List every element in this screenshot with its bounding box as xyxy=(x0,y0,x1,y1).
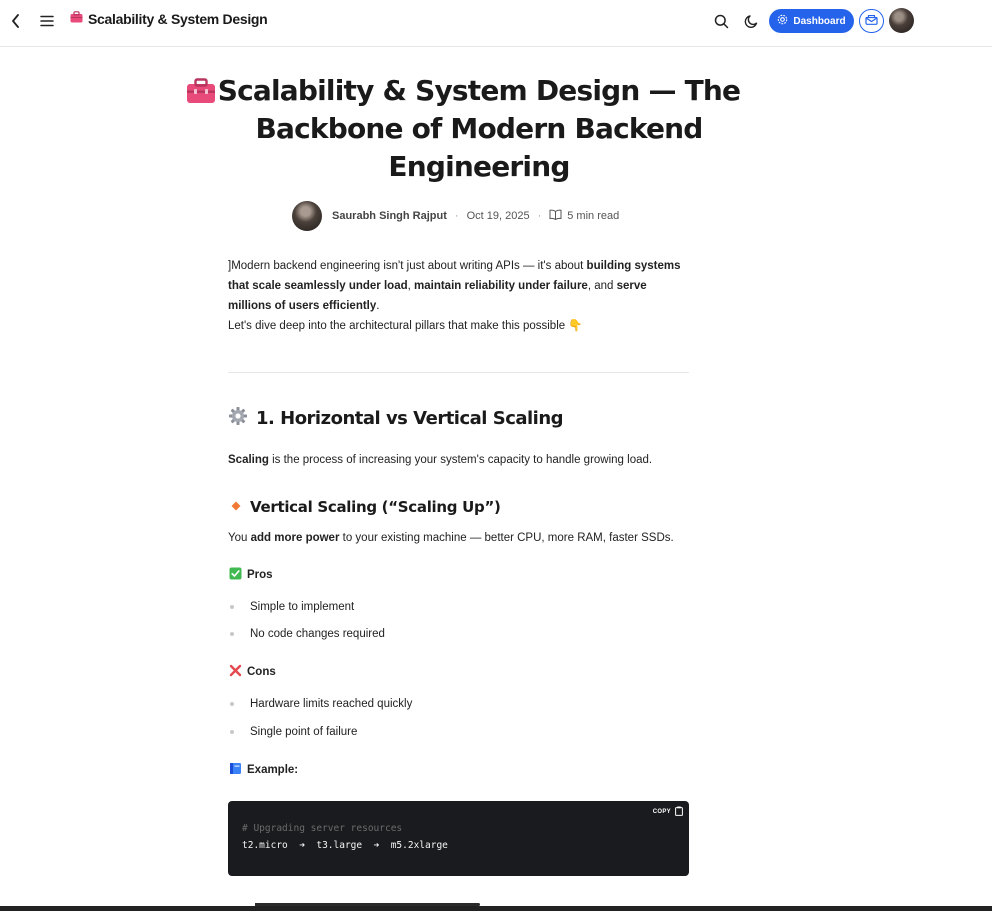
intro-text: . xyxy=(376,300,380,312)
envelope-icon xyxy=(865,12,878,30)
check-mark-button-icon xyxy=(229,567,242,583)
copy-button[interactable]: COPY xyxy=(653,806,683,818)
back-arrow-icon[interactable] xyxy=(8,12,22,30)
publish-date: Oct 19, 2025 xyxy=(466,210,530,222)
brand[interactable]: Scalability & System Design xyxy=(70,10,268,28)
separator-dot: · xyxy=(537,210,542,222)
top-navbar: Scalability & System Design Dashboard xyxy=(0,0,992,47)
gear-icon xyxy=(228,406,248,431)
dashboard-button[interactable]: Dashboard xyxy=(769,9,854,33)
copy-label: COPY xyxy=(652,809,671,815)
brand-title: Scalability & System Design xyxy=(88,11,268,27)
article-intro: ]Modern backend engineering isn't just a… xyxy=(228,256,690,336)
example-label-text: Example: xyxy=(247,764,299,776)
moon-icon[interactable] xyxy=(741,11,761,31)
intro-text: Let's dive deep into the architectural p… xyxy=(228,320,583,332)
bullet-dot xyxy=(230,702,234,706)
search-icon[interactable] xyxy=(711,11,731,31)
list-item-text: No code changes required xyxy=(250,628,385,640)
list-item-text: Single point of failure xyxy=(250,726,358,738)
clipboard-icon xyxy=(675,806,683,818)
read-time: 5 min read xyxy=(549,209,619,223)
pros-label-text: Pros xyxy=(247,569,273,581)
hamburger-menu-icon[interactable] xyxy=(38,12,56,30)
orange-diamond-icon xyxy=(230,498,242,516)
toolbox-icon xyxy=(70,10,83,28)
page-title: Scalability & System Design — The Backbo… xyxy=(217,74,741,183)
separator-dot: · xyxy=(454,210,459,222)
list-item-text: Simple to implement xyxy=(250,601,355,613)
paragraph-text: is the process of increasing your system… xyxy=(268,454,653,466)
article-header: Scalability & System Design — The Backbo… xyxy=(184,72,744,186)
article-meta: Saurabh Singh Rajput · Oct 19, 2025 · 5 … xyxy=(292,201,619,231)
section-divider xyxy=(228,372,689,373)
bottom-edge xyxy=(0,906,992,911)
bold-term: Scaling xyxy=(228,454,269,466)
dashboard-label: Dashboard xyxy=(793,15,846,27)
paragraph: Scaling is the process of increasing you… xyxy=(228,454,652,466)
user-avatar[interactable] xyxy=(889,8,914,33)
list-item: Single point of failure xyxy=(230,726,357,738)
pros-label: Pros xyxy=(229,567,273,583)
bullet-dot xyxy=(230,730,234,734)
paragraph-text: to your existing machine — better CPU, m… xyxy=(339,532,674,544)
read-time-label: 5 min read xyxy=(567,210,620,222)
list-item-text: Hardware limits reached quickly xyxy=(250,698,413,710)
code-block: COPY # Upgrading server resources t2.mic… xyxy=(228,801,689,876)
cons-label-text: Cons xyxy=(247,666,276,678)
subsection-heading-text: Vertical Scaling (“Scaling Up”) xyxy=(250,498,501,516)
bold-term: add more power xyxy=(250,532,340,544)
author-avatar[interactable] xyxy=(292,201,322,231)
paragraph-text: You xyxy=(228,532,251,544)
example-label: Example: xyxy=(229,762,298,778)
intro-text: ]Modern backend engineering isn't just a… xyxy=(228,260,587,272)
cons-label: Cons xyxy=(229,664,276,680)
bullet-dot xyxy=(230,632,234,636)
section-heading-text: 1. Horizontal vs Vertical Scaling xyxy=(256,408,564,429)
blue-book-icon xyxy=(229,762,242,778)
inbox-button[interactable] xyxy=(859,9,884,33)
list-item: No code changes required xyxy=(230,628,385,640)
list-item: Hardware limits reached quickly xyxy=(230,698,412,710)
code-comment: # Upgrading server resources xyxy=(242,823,403,834)
subsection-heading: Vertical Scaling (“Scaling Up”) xyxy=(230,498,501,516)
author-name[interactable]: Saurabh Singh Rajput xyxy=(332,210,447,222)
intro-bold: maintain reliability under failure xyxy=(414,280,588,292)
list-item: Simple to implement xyxy=(230,601,354,613)
settings-icon xyxy=(777,14,788,28)
intro-text: , and xyxy=(587,280,617,292)
open-book-icon xyxy=(549,209,562,223)
section-heading: 1. Horizontal vs Vertical Scaling xyxy=(228,406,564,431)
cross-mark-icon xyxy=(229,664,242,680)
toolbox-icon xyxy=(186,78,216,109)
paragraph: You add more power to your existing mach… xyxy=(228,532,674,544)
code-line: t2.micro ➜ t3.large ➜ m5.2xlarge xyxy=(242,840,448,851)
bullet-dot xyxy=(230,605,234,609)
